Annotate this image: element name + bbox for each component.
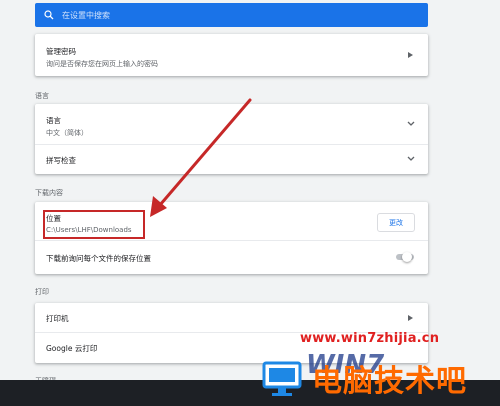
watermark-brand: 电脑技术吧 xyxy=(312,364,467,399)
watermark-url: www.win7zhijia.cn xyxy=(300,331,440,346)
monitor-logo-icon xyxy=(262,361,302,396)
